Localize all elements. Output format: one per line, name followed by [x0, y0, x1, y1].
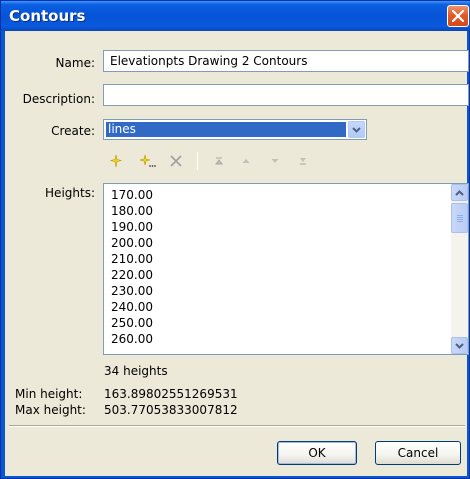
toolbar-separator — [197, 152, 198, 170]
list-item[interactable]: 240.00 — [108, 299, 153, 315]
chevron-up-icon — [455, 189, 464, 196]
list-item[interactable]: 260.00 — [108, 331, 153, 347]
heights-label: Heights: — [45, 186, 95, 200]
add-multiple-icon — [139, 154, 156, 167]
move-down-button[interactable] — [266, 152, 284, 170]
move-bottom-icon — [300, 158, 306, 165]
list-item[interactable]: 210.00 — [108, 251, 153, 267]
move-top-icon — [215, 157, 223, 165]
heights-list[interactable]: 170.00 180.00 190.00 200.00 210.00 220.00 230.… — [103, 183, 469, 355]
create-selected-value: lines — [106, 122, 346, 137]
list-item[interactable]: 180.00 — [108, 203, 153, 219]
heights-count: 34 heights — [104, 364, 168, 378]
create-dropdown-button[interactable] — [348, 121, 365, 138]
move-up-button[interactable] — [237, 152, 255, 170]
name-field[interactable]: Elevationpts Drawing 2 Contours — [103, 50, 469, 72]
move-up-icon — [242, 159, 250, 163]
move-top-button[interactable] — [210, 152, 228, 170]
delete-icon — [170, 155, 182, 167]
scroll-up-button[interactable] — [451, 184, 468, 201]
description-field[interactable] — [103, 84, 469, 106]
max-height-value: 503.77053833007812 — [104, 403, 238, 417]
name-label: Name: — [55, 56, 95, 70]
list-item[interactable]: 230.00 — [108, 283, 153, 299]
title-bar[interactable]: Contours — [1, 1, 470, 31]
cancel-button[interactable]: Cancel — [375, 441, 461, 465]
dialog-window: Contours Name: Elevationpts Drawing 2 Co… — [0, 0, 470, 479]
create-select[interactable]: lines — [103, 119, 367, 140]
create-label: Create: — [51, 124, 95, 138]
footer-divider — [9, 425, 465, 427]
chevron-down-icon — [352, 126, 361, 133]
dialog-body: Name: Elevationpts Drawing 2 Contours De… — [5, 31, 469, 476]
ok-button[interactable]: OK — [277, 441, 357, 465]
add-heights-button[interactable] — [139, 152, 157, 170]
max-height-label: Max height: — [15, 403, 86, 417]
list-item[interactable]: 250.00 — [108, 315, 153, 331]
list-item[interactable]: 190.00 — [108, 219, 153, 235]
scroll-thumb[interactable] — [451, 203, 468, 233]
list-item[interactable]: 200.00 — [108, 235, 153, 251]
heights-scrollbar[interactable] — [451, 184, 468, 354]
description-label: Description: — [22, 92, 95, 106]
min-height-label: Min height: — [15, 387, 83, 401]
close-button[interactable] — [447, 5, 469, 27]
add-icon — [110, 154, 122, 168]
list-item[interactable]: 170.00 — [108, 187, 153, 203]
min-height-value: 163.89802551269531 — [104, 387, 238, 401]
move-down-icon — [271, 159, 279, 163]
delete-height-button[interactable] — [167, 152, 185, 170]
move-bottom-button[interactable] — [294, 152, 312, 170]
scroll-down-button[interactable] — [451, 337, 468, 354]
add-height-button[interactable] — [107, 152, 125, 170]
window-title: Contours — [9, 7, 86, 25]
list-item[interactable]: 220.00 — [108, 267, 153, 283]
chevron-down-icon — [455, 342, 464, 349]
heights-list-items: 170.00 180.00 190.00 200.00 210.00 220.00 230.… — [108, 187, 153, 347]
close-icon — [452, 10, 464, 22]
